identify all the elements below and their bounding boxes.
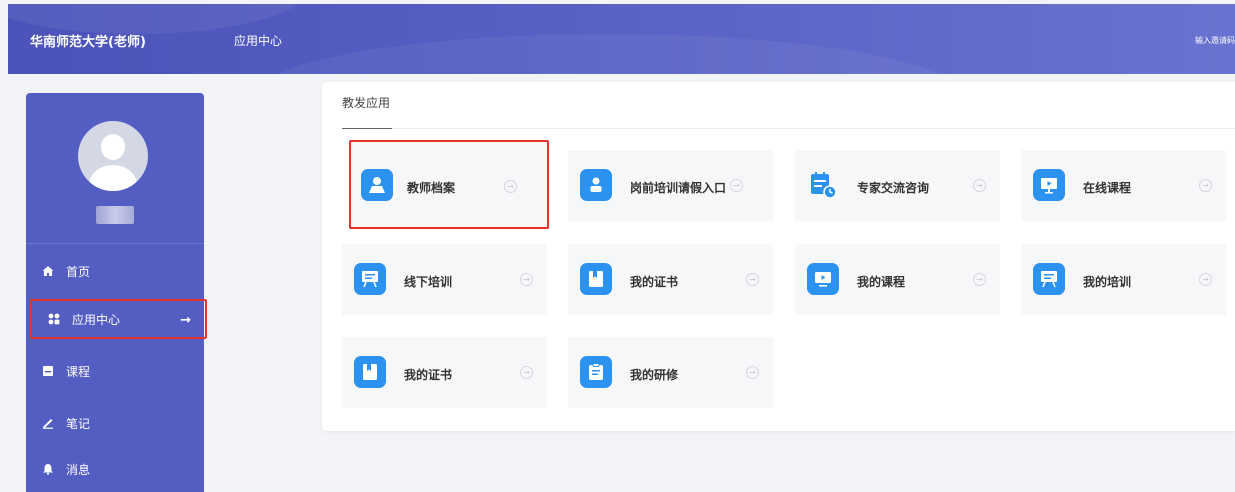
sidebar-item-label: 首页 — [66, 264, 91, 279]
certificate-icon — [354, 356, 386, 388]
main-panel: 教发应用 教师档案 → 岗前培训请假入口 → 专家交流咨询 → 在线课程 → 线… — [322, 82, 1235, 431]
my-course-icon — [807, 263, 839, 295]
username-blurred — [96, 206, 134, 224]
sidebar-item-label: 应用中心 — [72, 312, 121, 327]
certificate-icon — [580, 263, 612, 295]
sidebar-item-course[interactable]: 课程 — [26, 351, 204, 391]
app-tile-label: 我的证书 — [404, 368, 453, 382]
app-tile-expert-consult[interactable]: 专家交流咨询 → — [795, 150, 1000, 221]
arrow-circle-icon: → — [1199, 179, 1212, 192]
arrow-circle-icon: → — [520, 273, 533, 286]
my-training-icon — [1033, 263, 1065, 295]
sidebar-item-home[interactable]: 首页 — [26, 251, 204, 291]
app-tile-label: 教师档案 — [407, 181, 456, 195]
app-tile-leave-entry[interactable]: 岗前培训请假入口 → — [568, 150, 773, 221]
app-tile-teacher-profile[interactable]: 教师档案 → — [349, 140, 549, 229]
sidebar-item-label: 笔记 — [66, 416, 91, 431]
sidebar-item-label: 消息 — [66, 462, 91, 477]
bell-icon — [42, 463, 54, 475]
top-header: 华南师范大学(老师) 应用中心 输入邀请码 — [8, 4, 1235, 74]
section-title: 教发应用 — [342, 96, 391, 110]
app-tile-label: 岗前培训请假入口 — [630, 181, 727, 195]
book-icon — [42, 365, 54, 377]
online-course-icon — [1033, 169, 1065, 201]
arrow-circle-icon: → — [746, 273, 759, 286]
pencil-icon — [42, 417, 54, 429]
arrow-circle-icon: → — [520, 366, 533, 379]
arrow-circle-icon: → — [1199, 273, 1212, 286]
apps-icon — [48, 313, 60, 325]
nav-app-center[interactable]: 应用中心 — [234, 32, 282, 49]
school-name[interactable]: 华南师范大学(老师) — [30, 31, 146, 50]
section-title-underline — [342, 128, 392, 129]
sidebar-item-messages[interactable]: 消息 — [26, 449, 204, 489]
app-tile-label: 我的研修 — [630, 368, 679, 382]
app-tile-online-course[interactable]: 在线课程 → — [1021, 150, 1226, 221]
sidebar-divider — [26, 243, 204, 244]
sidebar-item-label: 课程 — [66, 364, 91, 379]
app-tile-label: 专家交流咨询 — [857, 181, 930, 195]
app-tile-label: 我的课程 — [857, 275, 906, 289]
app-tile-offline-training[interactable]: 线下培训 → — [342, 244, 547, 315]
app-tile-my-research[interactable]: 我的研修 → — [568, 337, 773, 408]
arrow-right-icon: → — [180, 313, 191, 328]
research-icon — [580, 356, 612, 388]
app-tile-label: 我的培训 — [1083, 275, 1132, 289]
offline-training-icon — [354, 263, 386, 295]
app-tile-my-course[interactable]: 我的课程 → — [795, 244, 1000, 315]
sidebar-item-app-center[interactable]: 应用中心 → — [30, 299, 207, 339]
app-tile-label: 在线课程 — [1083, 181, 1132, 195]
avatar[interactable] — [78, 121, 148, 191]
home-icon — [42, 265, 54, 277]
sidebar: 首页 应用中心 → 课程 笔记 消息 — [26, 93, 207, 492]
invite-code-link[interactable]: 输入邀请码 — [1195, 35, 1235, 46]
app-tile-my-training[interactable]: 我的培训 → — [1021, 244, 1226, 315]
arrow-circle-icon: → — [504, 180, 517, 193]
arrow-circle-icon: → — [973, 179, 986, 192]
app-tile-my-certificate[interactable]: 我的证书 → — [568, 244, 773, 315]
arrow-circle-icon: → — [973, 273, 986, 286]
app-tile-label: 线下培训 — [404, 275, 453, 289]
calendar-consult-icon — [807, 169, 839, 201]
teacher-profile-icon — [361, 169, 393, 201]
app-page: 华南师范大学(老师) 应用中心 输入邀请码 首页 应用中心 → 课程 笔记 消息… — [0, 0, 1235, 492]
app-tile-label: 我的证书 — [630, 275, 679, 289]
user-leave-icon — [580, 169, 612, 201]
arrow-circle-icon: → — [730, 179, 743, 192]
sidebar-item-notes[interactable]: 笔记 — [26, 403, 204, 443]
arrow-circle-icon: → — [746, 366, 759, 379]
app-tile-my-certificate-2[interactable]: 我的证书 → — [342, 337, 547, 408]
section-divider — [392, 128, 1235, 129]
